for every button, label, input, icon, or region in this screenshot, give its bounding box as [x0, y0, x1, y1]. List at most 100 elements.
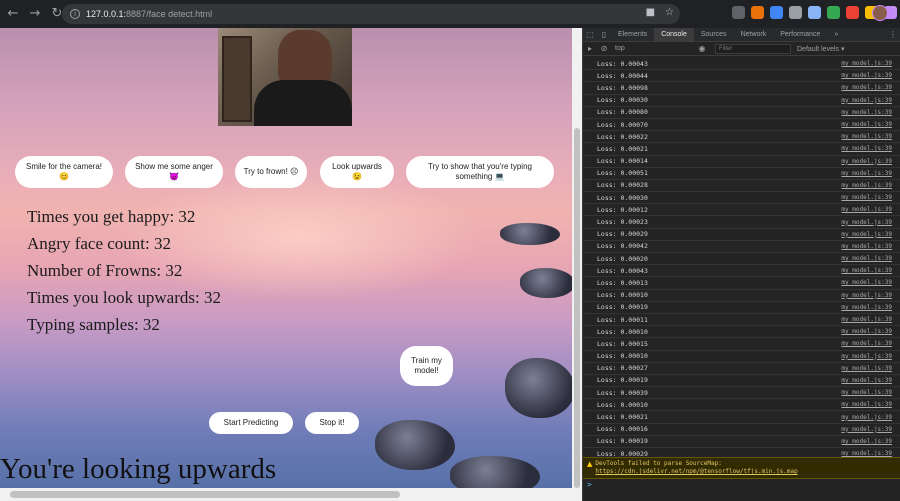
- extension-icon[interactable]: [789, 6, 802, 19]
- info-icon[interactable]: i: [70, 9, 80, 19]
- log-source-link[interactable]: my_model.js:39: [841, 304, 892, 311]
- log-source-link[interactable]: my_model.js:39: [841, 158, 892, 165]
- tab-performance[interactable]: Performance: [773, 28, 827, 42]
- log-message: Loss: 0.00010: [597, 327, 648, 336]
- log-source-link[interactable]: my_model.js:39: [841, 109, 892, 116]
- device-toolbar-icon[interactable]: ▯: [597, 30, 611, 39]
- smile-button[interactable]: Smile for the camera!😊: [15, 156, 113, 188]
- stop-button[interactable]: Stop it!: [305, 412, 359, 434]
- log-message: Loss: 0.00027: [597, 364, 648, 373]
- log-source-link[interactable]: my_model.js:39: [841, 84, 892, 91]
- address-bar[interactable]: i 127.0.0.1: 8887/face detect.html ■ ☆: [62, 4, 680, 24]
- tab-elements[interactable]: Elements: [611, 28, 654, 42]
- back-arrow-icon[interactable]: ←: [4, 5, 22, 23]
- sidebar-toggle-icon[interactable]: ▸: [583, 44, 597, 53]
- background-rock: [520, 268, 572, 298]
- train-model-button[interactable]: Train my model!: [400, 346, 453, 386]
- log-source-link[interactable]: my_model.js:39: [841, 145, 892, 152]
- console-log-row: Loss: 0.00027 my_model.js:39: [583, 363, 900, 375]
- frown-count: Number of Frowns: 32: [27, 261, 183, 280]
- clear-console-icon[interactable]: ⊘: [597, 44, 611, 53]
- devtools-panel: ⬚ ▯ Elements Console Sources Network Per…: [582, 27, 900, 501]
- console-log-row: Loss: 0.00028 my_model.js:39: [583, 180, 900, 193]
- log-source-link[interactable]: my_model.js:39: [841, 340, 892, 347]
- log-message: Loss: 0.00042: [597, 242, 648, 251]
- tab-console[interactable]: Console: [654, 27, 694, 42]
- log-source-link[interactable]: my_model.js:39: [841, 243, 892, 250]
- frown-button[interactable]: Try to frown! ☹: [235, 156, 307, 188]
- log-source-link[interactable]: my_model.js:39: [841, 255, 892, 262]
- log-message: Loss: 0.00028: [597, 181, 648, 190]
- extension-icon[interactable]: [827, 6, 840, 19]
- log-source-link[interactable]: my_model.js:39: [841, 121, 892, 128]
- log-message: Loss: 0.00013: [597, 278, 648, 287]
- more-tabs-button[interactable]: »: [827, 28, 845, 42]
- start-predicting-button[interactable]: Start Predicting: [209, 412, 293, 434]
- log-source-link[interactable]: my_model.js:39: [841, 426, 892, 433]
- camera-icon[interactable]: ■: [646, 7, 655, 18]
- log-source-link[interactable]: my_model.js:39: [841, 389, 892, 396]
- console-log-row: Loss: 0.00013 my_model.js:39: [583, 277, 900, 290]
- log-message: Loss: 0.00030: [597, 193, 648, 202]
- happy-count: Times you get happy: 32: [27, 207, 196, 226]
- inspect-element-icon[interactable]: ⬚: [583, 30, 597, 39]
- look-upwards-button[interactable]: Look upwards😉: [320, 156, 394, 188]
- log-source-link[interactable]: my_model.js:39: [841, 194, 892, 201]
- extension-icon[interactable]: [732, 6, 745, 19]
- extension-icon[interactable]: [808, 6, 821, 19]
- page-vertical-scrollbar[interactable]: [572, 28, 582, 488]
- log-source-link[interactable]: my_model.js:39: [841, 328, 892, 335]
- log-source-link[interactable]: my_model.js:39: [841, 267, 892, 274]
- log-source-link[interactable]: my_model.js:39: [841, 279, 892, 286]
- log-source-link[interactable]: my_model.js:39: [841, 365, 892, 372]
- warning-link[interactable]: https://cdn.jsdelivr.net/npm/@tensorflow…: [595, 468, 797, 475]
- forward-arrow-icon[interactable]: →: [26, 5, 44, 23]
- log-levels-dropdown[interactable]: Default levels ▾: [797, 45, 844, 53]
- log-source-link[interactable]: my_model.js:39: [841, 206, 892, 213]
- typing-button[interactable]: Try to show that you're typing something…: [406, 156, 554, 188]
- log-source-link[interactable]: my_model.js:39: [841, 182, 892, 189]
- anger-button[interactable]: Show me some anger 😈: [125, 156, 223, 188]
- console-prompt[interactable]: >: [587, 480, 592, 489]
- console-filter-input[interactable]: Filter: [715, 43, 791, 54]
- console-log-row: Loss: 0.00019 my_model.js:39: [583, 302, 900, 314]
- log-source-link[interactable]: my_model.js:39: [841, 133, 892, 140]
- page-horizontal-scrollbar[interactable]: [0, 488, 582, 501]
- console-log-row: Loss: 0.00019 my_model.js:39: [583, 436, 900, 448]
- eye-icon[interactable]: ◉: [695, 44, 709, 53]
- log-source-link[interactable]: my_model.js:39: [841, 219, 892, 226]
- log-source-link[interactable]: my_model.js:39: [841, 401, 892, 408]
- log-source-link[interactable]: my_model.js:39: [841, 231, 892, 238]
- console-log-row: Loss: 0.00012 my_model.js:39: [583, 204, 900, 217]
- context-selector[interactable]: top: [611, 45, 695, 52]
- extension-icon[interactable]: [846, 6, 859, 19]
- log-source-link[interactable]: my_model.js:39: [841, 377, 892, 384]
- log-source-link[interactable]: my_model.js:39: [841, 170, 892, 177]
- warning-text: DevTools failed to parse SourceMap:: [595, 460, 722, 467]
- log-message: Loss: 0.00014: [597, 157, 648, 166]
- tab-sources[interactable]: Sources: [694, 28, 734, 42]
- sourcemap-warning: ▲ DevTools failed to parse SourceMap: ht…: [583, 457, 900, 479]
- log-source-link[interactable]: my_model.js:39: [841, 353, 892, 360]
- devtools-menu-icon[interactable]: ⋮: [886, 30, 900, 39]
- background-rock: [505, 358, 572, 418]
- log-message: Loss: 0.00051: [597, 169, 648, 178]
- extension-icon[interactable]: [770, 6, 783, 19]
- log-message: Loss: 0.00043: [597, 266, 648, 275]
- tab-network[interactable]: Network: [734, 28, 774, 42]
- browser-menu-icon[interactable]: ⋮: [890, 6, 900, 17]
- background-rock: [450, 456, 540, 488]
- log-source-link[interactable]: my_model.js:39: [841, 97, 892, 104]
- profile-avatar[interactable]: [872, 5, 888, 21]
- log-source-link[interactable]: my_model.js:39: [841, 60, 892, 67]
- bookmark-star-icon[interactable]: ☆: [665, 7, 674, 18]
- log-source-link[interactable]: my_model.js:39: [841, 292, 892, 299]
- webcam-feed: [218, 28, 352, 126]
- upwards-count: Times you look upwards: 32: [27, 288, 221, 307]
- extension-icon[interactable]: [751, 6, 764, 19]
- log-source-link[interactable]: my_model.js:39: [841, 316, 892, 323]
- console-log-row: Loss: 0.00042 my_model.js:39: [583, 241, 900, 253]
- log-source-link[interactable]: my_model.js:39: [841, 72, 892, 79]
- log-source-link[interactable]: my_model.js:39: [841, 414, 892, 421]
- log-source-link[interactable]: my_model.js:39: [841, 438, 892, 445]
